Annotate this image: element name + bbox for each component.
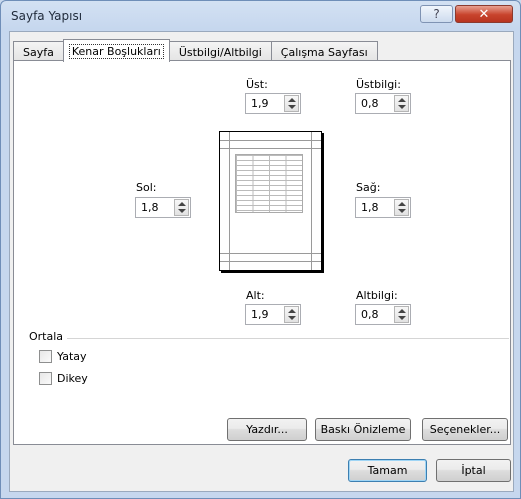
- vertical-label[interactable]: Dikey: [57, 372, 88, 385]
- footer-margin-value: 0,8: [361, 308, 379, 321]
- left-margin-guide-line: [229, 132, 230, 270]
- options-button[interactable]: Seçenekler...: [422, 418, 508, 441]
- help-icon: ?: [433, 7, 440, 21]
- spin-arrows-icon[interactable]: [284, 95, 299, 112]
- right-margin-spinner[interactable]: 1,8: [355, 197, 411, 218]
- spin-arrows-icon[interactable]: [284, 306, 299, 323]
- print-button[interactable]: Yazdır...: [227, 418, 307, 441]
- tab-sheet[interactable]: Çalışma Sayfası: [270, 41, 378, 62]
- footer-margin-spinner[interactable]: 0,8: [355, 304, 411, 325]
- tab-label: Kenar Boşlukları: [68, 43, 164, 59]
- spin-arrows-icon[interactable]: [394, 199, 409, 216]
- footer-margin-label: Altbilgi:: [356, 289, 398, 302]
- group-divider: [67, 338, 509, 339]
- header-margin-label: Üstbilgi:: [356, 78, 401, 91]
- bottom-margin-value: 1,9: [251, 308, 269, 321]
- spin-arrows-icon[interactable]: [174, 199, 189, 216]
- horizontal-label[interactable]: Yatay: [57, 350, 87, 363]
- top-margin-spinner[interactable]: 1,9: [245, 93, 301, 114]
- options-button-label: Seçenekler...: [429, 423, 501, 436]
- tab-margins[interactable]: Kenar Boşlukları: [62, 39, 170, 62]
- cancel-button[interactable]: İptal: [436, 459, 511, 482]
- right-margin-value: 1,8: [361, 201, 379, 214]
- left-margin-spinner[interactable]: 1,8: [135, 197, 191, 218]
- spin-arrows-icon[interactable]: [394, 306, 409, 323]
- left-margin-value: 1,8: [141, 201, 159, 214]
- tab-label: Çalışma Sayfası: [280, 45, 368, 59]
- horizontal-checkbox[interactable]: [39, 350, 52, 363]
- center-group-label: Ortala: [29, 330, 64, 343]
- header-guide-line: [220, 140, 321, 141]
- help-button[interactable]: ?: [420, 5, 453, 23]
- bottom-margin-label: Alt:: [246, 289, 265, 302]
- spin-arrows-icon[interactable]: [394, 95, 409, 112]
- top-margin-value: 1,9: [251, 97, 269, 110]
- tab-label: Sayfa: [23, 45, 54, 59]
- right-margin-label: Sağ:: [356, 181, 381, 194]
- right-margin-guide-line: [311, 132, 312, 270]
- print-preview-button[interactable]: Baskı Önizleme: [315, 418, 411, 441]
- window-title: Sayfa Yapısı: [11, 9, 83, 23]
- tab-label: Üstbilgi/Altbilgi: [178, 45, 262, 59]
- page-preview: [219, 131, 322, 271]
- tab-strip: Sayfa Kenar Boşlukları Üstbilgi/Altbilgi…: [13, 39, 378, 62]
- bottom-margin-guide-line: [220, 253, 321, 254]
- ok-button-label: Tamam: [367, 464, 408, 477]
- top-margin-label: Üst:: [246, 78, 268, 91]
- page-setup-dialog: Sayfa Yapısı ? ✕ Sayfa Kenar Boşlukları …: [0, 0, 521, 499]
- header-margin-spinner[interactable]: 0,8: [355, 93, 411, 114]
- header-margin-value: 0,8: [361, 97, 379, 110]
- top-margin-guide-line: [220, 148, 321, 149]
- cancel-button-label: İptal: [461, 464, 486, 477]
- close-icon: ✕: [478, 6, 490, 22]
- footer-guide-line: [220, 261, 321, 262]
- bottom-margin-spinner[interactable]: 1,9: [245, 304, 301, 325]
- print-button-label: Yazdır...: [246, 423, 288, 436]
- vertical-checkbox[interactable]: [39, 372, 52, 385]
- print-preview-button-label: Baskı Önizleme: [320, 423, 406, 436]
- ok-button[interactable]: Tamam: [348, 459, 427, 482]
- tab-header-footer[interactable]: Üstbilgi/Altbilgi: [168, 41, 272, 62]
- close-button[interactable]: ✕: [455, 5, 513, 23]
- sheet-grid-preview: [235, 154, 303, 213]
- tab-page[interactable]: Sayfa: [13, 41, 64, 62]
- left-margin-label: Sol:: [136, 181, 157, 194]
